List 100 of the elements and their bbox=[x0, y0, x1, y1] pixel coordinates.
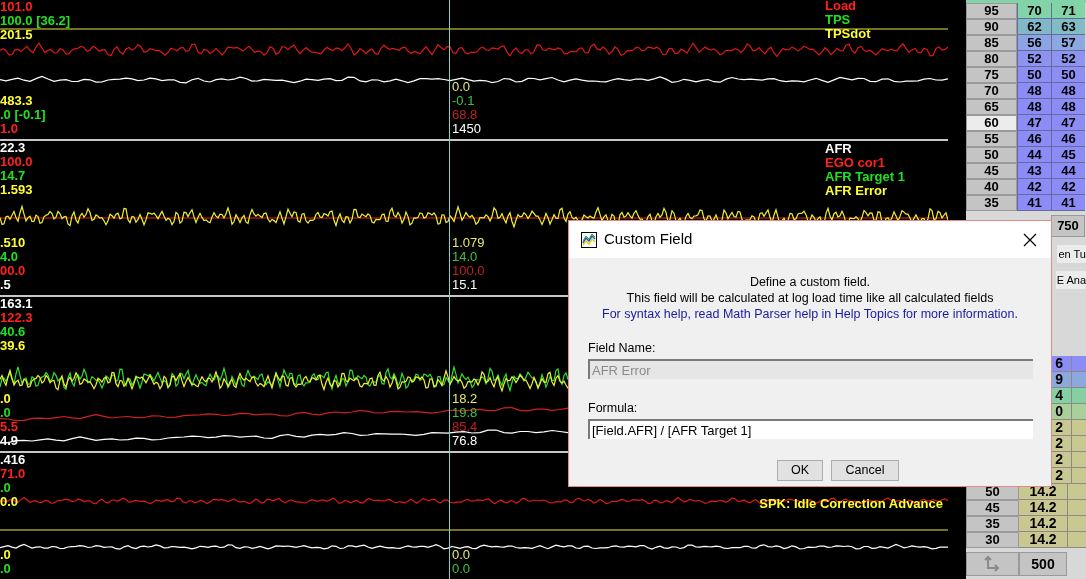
table-cell[interactable]: 50 bbox=[1051, 67, 1085, 83]
channel-value-label: 40.6 bbox=[0, 325, 27, 339]
table-cell[interactable]: 42 bbox=[1051, 179, 1085, 195]
channel-value-label: .510 bbox=[0, 236, 26, 250]
field-label: Field Name: bbox=[588, 341, 657, 356]
channel-value-label: 15.1 bbox=[452, 278, 479, 292]
table-cell[interactable]: 48 bbox=[1051, 83, 1085, 99]
row-header-cell[interactable]: 55 bbox=[966, 131, 1017, 147]
table-cell[interactable]: 46 bbox=[1017, 131, 1051, 147]
row-header-cell[interactable]: 30 bbox=[966, 532, 1019, 548]
channel-value-label: AFR Error bbox=[825, 184, 888, 198]
dialog-button[interactable]: OK bbox=[777, 460, 823, 481]
table-cell[interactable]: 48 bbox=[1017, 99, 1051, 115]
row-header-cell[interactable]: 95 bbox=[966, 3, 1017, 19]
table-cell[interactable] bbox=[1067, 516, 1086, 532]
row-header-cell[interactable]: 80 bbox=[966, 51, 1017, 67]
row-header-cell[interactable]: 45 bbox=[966, 163, 1017, 179]
table-cell[interactable]: 14.2 bbox=[1019, 500, 1067, 516]
table-cell[interactable]: 63 bbox=[1051, 19, 1085, 35]
dialog-button[interactable]: Cancel bbox=[831, 460, 899, 481]
channel-value-label: 100.0 [36.2] bbox=[0, 14, 71, 28]
channel-value-label: TPSdot bbox=[825, 27, 871, 41]
table-cell[interactable]: 52 bbox=[1017, 51, 1051, 67]
table-cell[interactable] bbox=[1071, 468, 1086, 484]
table-cell[interactable]: 46 bbox=[1051, 131, 1085, 147]
row-header-cell[interactable]: 40 bbox=[966, 179, 1017, 195]
channel-value-label: 14.0 bbox=[452, 250, 479, 264]
row-header-cell[interactable]: 45 bbox=[966, 500, 1019, 516]
channel-value-label: 201.5 bbox=[0, 28, 34, 42]
table-cell[interactable]: 41 bbox=[1017, 195, 1051, 211]
chart-icon bbox=[581, 231, 597, 248]
table-cell[interactable]: 62 bbox=[1017, 19, 1051, 35]
channel-value-label: 5.5 bbox=[0, 420, 19, 434]
row-header-cell[interactable]: 75 bbox=[966, 67, 1017, 83]
table-cell[interactable]: 52 bbox=[1051, 51, 1085, 67]
table-cell[interactable]: 71 bbox=[1051, 3, 1085, 19]
table-cell[interactable]: 42 bbox=[1017, 179, 1051, 195]
table-cell[interactable]: 57 bbox=[1051, 35, 1085, 51]
row-header-cell[interactable]: 60 bbox=[966, 115, 1017, 131]
table-cell[interactable]: 56 bbox=[1017, 35, 1051, 51]
channel-value-label: TPS bbox=[825, 13, 852, 27]
axis-cell: 750 bbox=[1051, 215, 1085, 237]
channel-value-label: 14.7 bbox=[0, 169, 27, 183]
table-cell[interactable] bbox=[1071, 356, 1086, 372]
channel-value-label: 0.0 bbox=[452, 80, 472, 94]
channel-value-label: 68.8 bbox=[452, 108, 479, 122]
channel-value-label: .5 bbox=[0, 278, 12, 292]
tab[interactable]: E Ana bbox=[1055, 271, 1086, 289]
channel-value-label: 101.0 bbox=[0, 0, 34, 14]
corner-arrow-icon[interactable] bbox=[983, 556, 1002, 572]
channel-value-label: Load bbox=[825, 0, 858, 13]
table-cell[interactable] bbox=[1071, 404, 1086, 420]
table-cell[interactable]: 44 bbox=[1051, 163, 1085, 179]
table-cell[interactable] bbox=[1071, 436, 1086, 452]
text-field[interactable]: [Field.AFR] / [AFR Target 1] bbox=[588, 419, 1033, 439]
table-cell[interactable]: 47 bbox=[1017, 115, 1051, 131]
cursor-line[interactable] bbox=[449, 0, 450, 579]
close-icon[interactable] bbox=[1023, 232, 1037, 247]
row-header-cell[interactable]: 35 bbox=[966, 516, 1019, 532]
table-cell[interactable]: 41 bbox=[1051, 195, 1085, 211]
table-cell[interactable] bbox=[1067, 532, 1086, 548]
row-header-cell[interactable]: 85 bbox=[966, 35, 1017, 51]
row-header-cell[interactable]: 35 bbox=[966, 195, 1017, 211]
table-cell[interactable]: 44 bbox=[1017, 147, 1051, 163]
channel-value-label: AFR Target 1 bbox=[825, 170, 905, 184]
help-link[interactable]: For syntax help, read Math Parser help in Help Topics for more information. bbox=[602, 306, 1018, 322]
table-cell[interactable]: 50 bbox=[1017, 67, 1051, 83]
channel-value-label: 1450 bbox=[452, 122, 481, 136]
table-cell[interactable]: 70 bbox=[1017, 3, 1051, 19]
channel-value-label: 1.0 bbox=[0, 122, 19, 136]
channel-value-label: .0 bbox=[0, 406, 12, 420]
channel-value-label: AFR bbox=[825, 142, 853, 156]
table-cell[interactable]: 47 bbox=[1051, 115, 1085, 131]
channel-value-label: 483.3 bbox=[0, 94, 34, 108]
row-header-cell[interactable]: 65 bbox=[966, 99, 1017, 115]
channel-value-label: 76.8 bbox=[452, 434, 478, 448]
channel-value-label: EGO cor1 bbox=[825, 156, 886, 170]
table-cell[interactable] bbox=[1067, 500, 1086, 516]
channel-value-label: 0.0 bbox=[452, 562, 471, 576]
table-cell[interactable] bbox=[1071, 452, 1086, 468]
channel-value-label: .0 bbox=[0, 481, 12, 495]
table-cell[interactable]: 45 bbox=[1051, 147, 1085, 163]
channel-value-label: 85.4 bbox=[452, 420, 478, 434]
table-cell[interactable] bbox=[1071, 420, 1086, 436]
row-header-cell[interactable]: 90 bbox=[966, 19, 1017, 35]
table-cell[interactable]: 14.2 bbox=[1019, 516, 1067, 532]
channel-value-label: 4.0 bbox=[0, 250, 20, 264]
table-cell[interactable]: 43 bbox=[1017, 163, 1051, 179]
row-header-cell[interactable]: 50 bbox=[966, 147, 1017, 163]
table-cell[interactable]: 48 bbox=[1051, 99, 1085, 115]
table-cell[interactable]: 48 bbox=[1017, 83, 1051, 99]
table-cell[interactable]: 14.2 bbox=[1019, 532, 1067, 548]
tab[interactable]: en Tu bbox=[1057, 245, 1086, 263]
table-cell[interactable] bbox=[1067, 484, 1086, 500]
table-cell[interactable] bbox=[1071, 372, 1086, 388]
row-header-cell[interactable]: 70 bbox=[966, 83, 1017, 99]
channel-value-label: .0 bbox=[0, 392, 12, 406]
table-cell[interactable] bbox=[1071, 388, 1086, 404]
channel-value-label: 22.3 bbox=[0, 141, 27, 155]
channel-value-label: 00.0 bbox=[0, 264, 26, 278]
